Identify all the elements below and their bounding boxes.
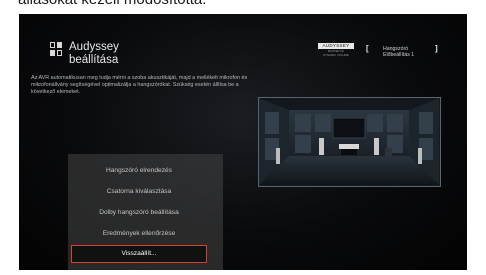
menu-item-dolby-speaker-setup[interactable]: Dolby hangszóró beállítása xyxy=(71,203,207,223)
room-illustration xyxy=(258,97,441,187)
home-theater-room-image xyxy=(259,98,439,185)
logo-subtext-line-2: DYNAMIC VOLUME xyxy=(323,52,349,57)
menu-item-restore[interactable]: Visszaállít... xyxy=(71,245,207,263)
description-text: Az AVR automatikusan meg tudja mérni a s… xyxy=(31,75,248,96)
title-line-1: Audyssey xyxy=(69,41,119,53)
preset-label: Előbeállítás 1 xyxy=(383,52,415,58)
page-caption: állásokat kezeli módosítottá. xyxy=(18,0,478,9)
audyssey-logo-subtext: MASTER OF DYNAMIC VOLUME xyxy=(316,49,356,57)
bracket-right-icon: ] xyxy=(435,44,438,53)
menu-item-check-results[interactable]: Eredmények ellenőrzése xyxy=(71,224,207,244)
page-title: Audyssey beállítása xyxy=(69,41,229,67)
title-line-2: beállítása xyxy=(69,54,119,66)
menu-item-speaker-layout[interactable]: Hangszóró elrendezés xyxy=(71,161,207,181)
bracket-left-icon: [ xyxy=(366,44,369,53)
menu-item-channel-select[interactable]: Csatorna kiválasztása xyxy=(71,182,207,202)
tv-screen: Audyssey beállítása Az AVR automatikusan… xyxy=(19,14,467,270)
setup-menu-icon xyxy=(50,42,63,57)
